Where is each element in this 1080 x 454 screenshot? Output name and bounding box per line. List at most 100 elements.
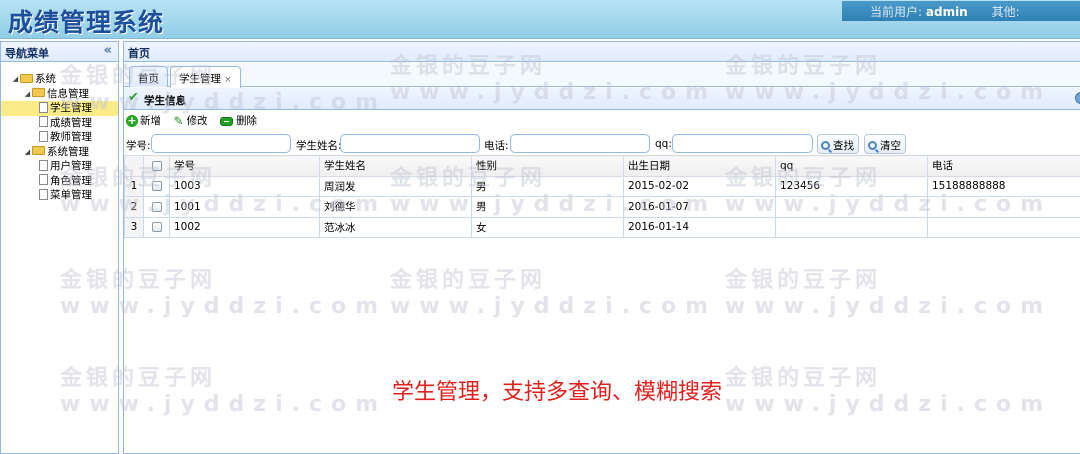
row-checkbox[interactable] [143,196,170,218]
main-header: 首页 [124,42,1080,62]
select-all-checkbox[interactable] [143,155,170,177]
search-icon [868,141,877,150]
app-title: 成绩管理系统 [8,8,165,37]
panel-tool-icon[interactable] [1075,92,1080,104]
file-icon [39,130,48,142]
search-bar: 学号: 学生姓名: 电话: qq: 查找 清空 [124,134,1080,156]
delete-label: 删除 [236,115,258,127]
tab-home[interactable]: 首页 [129,66,168,87]
expand-toggle-icon[interactable]: ◢ [23,145,32,159]
column-header[interactable]: 学号 [169,155,320,177]
table-row[interactable]: 2 1001 刘德华 男 2016-01-07 [124,196,1080,218]
table-cell: 1003 [169,175,320,197]
tree-node-label: 教师管理 [50,131,92,143]
tree-node-label: 成绩管理 [50,116,92,129]
search-icon [821,141,830,150]
tree-node-user-management[interactable]: 用户管理 [1,159,118,174]
tree-node-menu-management[interactable]: 菜单管理 [1,188,118,203]
tree-node-info-management[interactable]: ◢ 信息管理 [1,87,118,102]
column-header[interactable]: 出生日期 [623,155,776,177]
tab-strip: 首页 学生管理 × [124,63,1080,88]
content-panel-header: ✔ 学生信息 [124,88,1080,110]
close-tab-icon[interactable]: × [224,75,232,85]
student-id-label: 学号: [126,140,151,152]
grid-toolbar: + 新增 ✎ 修改 删除 [126,113,266,131]
table-cell [927,196,1080,218]
expand-toggle-icon[interactable]: ◢ [23,87,32,101]
file-icon [39,159,48,171]
table-row[interactable]: 1 1003 周润发 男 2015-02-02 123456 151888888… [124,175,1080,197]
table-cell [927,216,1080,238]
tab-student-management[interactable]: 学生管理 × [170,66,241,88]
tree-node-system[interactable]: ◢ 系统 [1,72,118,87]
file-icon [39,116,48,127]
row-checkbox[interactable] [143,175,170,197]
table-cell: 周润发 [319,175,472,197]
clear-button[interactable]: 清空 [864,134,906,154]
table-cell: 2015-02-02 [623,175,776,197]
file-icon [39,188,48,200]
main-header-title: 首页 [128,47,150,60]
grid-header-row: 学号 学生姓名 性别 出生日期 qq 电话 [124,155,1080,177]
table-cell: 刘德华 [319,196,472,218]
column-header[interactable]: 学生姓名 [319,155,472,177]
checkbox-icon [151,160,162,171]
search-button-label: 查找 [833,140,854,152]
collapse-icon[interactable]: « [104,43,112,58]
tree-node-system-management[interactable]: ◢ 系统管理 [1,145,118,160]
qq-input[interactable] [672,134,813,153]
student-id-input[interactable] [151,134,291,153]
tree-node-role-management[interactable]: 角色管理 [1,174,118,189]
search-button[interactable]: 查找 [817,134,859,154]
phone-input[interactable] [510,134,650,153]
table-cell: 男 [471,196,624,218]
delete-button[interactable]: 删除 [220,113,257,128]
nav-tree: ◢ 系统 ◢ 信息管理 学生管理 成绩管理 教师管理 ◢ 系统管理 用户管理 角色管理… [1,62,118,203]
file-icon [39,101,48,113]
table-cell [775,216,928,238]
table-cell: 男 [471,175,624,197]
row-checkbox[interactable] [143,216,170,238]
pencil-icon: ✎ [173,114,184,128]
tree-node-grade-management[interactable]: 成绩管理 [1,116,118,131]
tree-node-label: 用户管理 [50,160,92,172]
table-row[interactable]: 3 1002 范冰冰 女 2016-01-14 [124,216,1080,238]
checkbox-icon [151,201,162,212]
table-cell [775,196,928,218]
edit-button[interactable]: ✎ 修改 [174,113,208,128]
checkbox-icon [151,181,162,192]
phone-label: 电话: [484,140,509,152]
student-name-input[interactable] [340,134,480,153]
user-bar: 当前用户: admin 其他: [842,1,1080,21]
tree-node-label: 角色管理 [50,174,92,187]
app-header: 成绩管理系统 当前用户: admin 其他: [0,0,1080,39]
expand-toggle-icon[interactable]: ◢ [11,72,20,86]
table-cell: 2016-01-07 [623,196,776,218]
table-cell: 1001 [169,196,320,218]
student-grid: 学号 学生姓名 性别 出生日期 qq 电话 1 1003 周润发 男 2015-… [124,155,1080,238]
row-number: 1 [124,175,144,197]
tree-node-teacher-management[interactable]: 教师管理 [1,130,118,145]
edit-label: 修改 [186,115,208,127]
sidebar-title: 导航菜单 [5,47,49,60]
tree-node-label: 信息管理 [47,87,89,100]
folder-icon [32,146,45,155]
add-button[interactable]: + 新增 [126,113,161,128]
tab-label: 学生管理 [179,73,221,85]
tree-node-student-management[interactable]: 学生管理 [1,101,118,116]
tree-node-label: 系统 [35,73,56,85]
clear-button-label: 清空 [880,140,901,152]
folder-icon [20,73,33,83]
add-icon: + [126,114,138,127]
table-cell: 范冰冰 [319,216,472,238]
column-header[interactable]: 电话 [927,155,1080,177]
folder-icon [32,88,45,97]
current-user-label: 当前用户: [870,5,923,19]
column-header[interactable]: qq [775,155,928,177]
add-label: 新增 [140,115,161,127]
student-name-label: 学生姓名: [296,140,342,152]
column-header[interactable]: 性别 [471,155,624,177]
tree-node-label: 学生管理 [50,102,92,114]
table-cell: 2016-01-14 [623,216,776,238]
row-number: 3 [124,216,144,238]
